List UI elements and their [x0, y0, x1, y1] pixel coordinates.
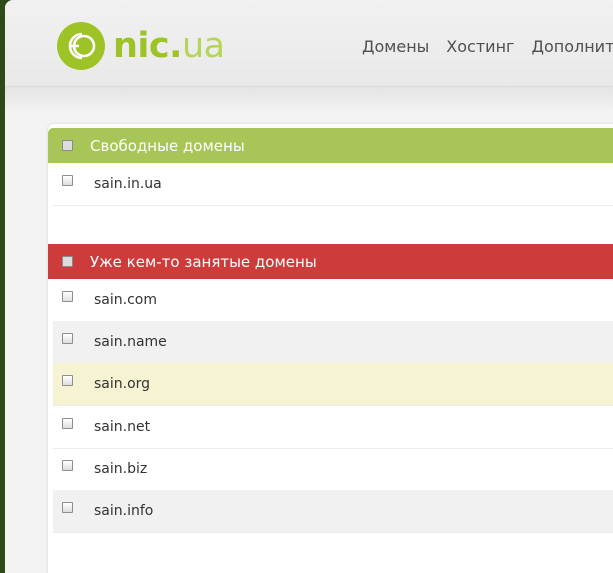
domain-label: sain.com — [94, 292, 157, 308]
domain-row-free-0[interactable]: sain.in.ua — [53, 163, 613, 206]
domain-label: sain.info — [94, 503, 154, 519]
domain-row-taken-0[interactable]: sain.com — [53, 279, 613, 322]
logo-tld: ua — [181, 26, 225, 66]
domain-checkbox[interactable] — [62, 174, 73, 186]
domain-label: sain.net — [94, 419, 151, 435]
results-panel: Свободные домены sain.in.ua Уже кем-то з… — [48, 124, 613, 573]
select-all-free-checkbox[interactable] — [62, 140, 73, 151]
domain-label: sain.org — [94, 376, 151, 392]
nav-domains[interactable]: Домены — [362, 37, 429, 56]
taken-domains-title: Уже кем-то занятые домены — [90, 252, 317, 271]
domain-label: sain.biz — [94, 461, 148, 477]
header-shadow-band — [5, 87, 613, 113]
logo-text: nic.ua — [113, 24, 225, 68]
nav-additional[interactable]: Дополнит — [531, 37, 613, 56]
domain-row-taken-4[interactable]: sain.biz — [53, 448, 613, 491]
taken-domains-header: Уже кем-то занятые домены — [48, 244, 613, 279]
domain-checkbox[interactable] — [62, 290, 73, 302]
domain-row-taken-2[interactable]: sain.org — [53, 363, 613, 406]
free-domains-title: Свободные домены — [90, 136, 245, 155]
page: nic.ua Домены Хостинг Дополнит Свободные д… — [5, 0, 613, 573]
free-domains-header: Свободные домены — [48, 128, 613, 163]
domain-row-taken-5[interactable]: sain.info — [53, 490, 613, 533]
domain-checkbox[interactable] — [62, 332, 73, 344]
domain-row-taken-3[interactable]: sain.net — [53, 406, 613, 449]
domain-label: sain.in.ua — [94, 176, 162, 192]
domain-checkbox[interactable] — [62, 501, 73, 513]
header: nic.ua Домены Хостинг Дополнит — [5, 0, 613, 87]
main-nav: Домены Хостинг Дополнит — [362, 37, 613, 56]
domain-checkbox[interactable] — [62, 374, 73, 386]
domain-checkbox[interactable] — [62, 459, 73, 471]
logo-name: nic — [113, 26, 170, 66]
domain-label: sain.name — [94, 334, 167, 350]
select-all-taken-checkbox[interactable] — [62, 256, 73, 267]
nav-hosting[interactable]: Хостинг — [446, 37, 514, 56]
domain-checkbox[interactable] — [62, 417, 73, 429]
logo-dot: . — [169, 26, 182, 66]
domain-row-taken-1[interactable]: sain.name — [53, 321, 613, 364]
logo-mark-icon — [57, 22, 105, 70]
